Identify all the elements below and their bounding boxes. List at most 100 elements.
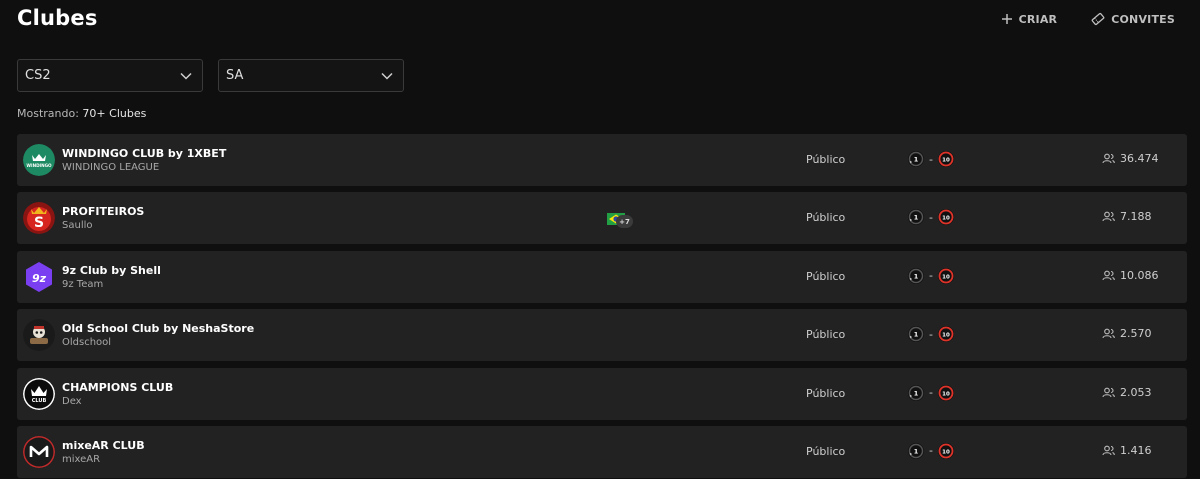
mixear-logo-icon [23,435,55,468]
level-min-badge: 1 [908,442,924,459]
avatar-text: S [34,215,44,231]
extra-countries-badge: +7 [616,215,633,229]
level-dash: - [929,152,933,166]
level-min-badge: 1 [908,267,924,284]
chevron-down-icon [180,72,192,80]
level-min-badge: 1 [908,151,924,167]
level-max-badge: 10 [937,326,954,343]
country-flags: +7 [607,210,633,229]
windingo-logo-icon: WINDINGO [23,144,55,176]
users-icon [1102,270,1115,280]
create-label: CRIAR [1018,12,1058,26]
users-icon [1102,445,1115,456]
level-max-badge: 10 [937,442,954,459]
level-dash: - [929,269,933,283]
game-select-value: CS2 [25,68,51,83]
member-count-value: 2.570 [1120,327,1152,341]
oldschool-logo-icon [23,319,55,352]
invites-label: CONVITES [1111,12,1175,26]
member-count-value: 10.086 [1120,268,1159,282]
invites-button[interactable]: CONVITES [1091,12,1175,26]
level-dash: - [929,386,933,400]
club-privacy: Público [806,328,846,342]
club-privacy: Público [806,153,846,166]
svg-text:10: 10 [942,449,950,455]
level-dash: - [929,444,933,458]
level-max-badge: 10 [937,267,954,284]
club-privacy: Público [806,269,846,283]
svg-text:10: 10 [942,274,950,280]
club-owner: Dex [62,395,82,407]
club-row[interactable]: 9z 9z Club by Shell 9z Team Público 1 - … [17,250,1187,303]
header-actions: CRIAR CONVITES [1001,12,1175,26]
club-name: Old School Club by NeshaStore [62,322,255,336]
svg-text:10: 10 [942,157,950,163]
plus-icon [1001,14,1012,24]
region-select-value: SA [226,68,244,83]
member-count: 1.416 [1102,444,1152,457]
level-max-badge: 10 [937,384,954,401]
member-count: 10.086 [1102,269,1159,282]
champions-crown-logo-icon: CLUB [23,377,55,410]
club-owner: Saullo [62,220,93,232]
game-select[interactable]: CS2 [17,59,203,92]
avatar-text: 9z [32,272,47,285]
level-range: 1 - 10 [907,208,955,226]
svg-text:1: 1 [914,331,919,339]
member-count: 2.053 [1102,386,1152,399]
avatar-text: CLUB [32,398,47,404]
member-count-value: 1.416 [1120,443,1152,457]
level-min-badge: 1 [908,209,924,226]
club-name: WINDINGO CLUB by 1XBET [62,147,227,160]
users-icon [1102,212,1115,222]
avatar-text: WINDINGO [26,163,52,168]
member-count: 2.570 [1102,327,1152,340]
club-owner: 9z Team [62,278,104,290]
svg-text:10: 10 [942,216,950,222]
region-select[interactable]: SA [218,59,404,92]
club-privacy: Público [806,386,846,400]
club-owner: mixeAR [62,453,101,465]
member-count: 7.188 [1102,210,1152,223]
level-range: 1 - 10 [907,325,955,343]
club-privacy: Público [806,211,846,225]
club-row[interactable]: WINDINGO WINDINGO CLUB by 1XBET WINDINGO… [17,134,1187,186]
level-range: 1 - 10 [907,267,955,285]
member-count-value: 2.053 [1120,385,1152,399]
club-name: PROFITEIROS [62,205,145,219]
users-icon [1102,387,1115,397]
level-min-badge: 1 [908,384,924,401]
ticket-icon [1091,12,1105,26]
page-title: Clubes [17,6,98,30]
level-dash: - [929,210,933,224]
svg-text:1: 1 [914,272,919,280]
svg-text:10: 10 [942,391,950,397]
9z-logo-icon: 9z [23,261,55,293]
level-min-badge: 1 [908,326,924,343]
level-range: 1 - 10 [907,384,955,402]
svg-text:1: 1 [914,214,919,222]
club-name: mixeAR CLUB [62,438,145,452]
users-icon [1102,153,1115,164]
club-row[interactable]: S PROFITEIROS Saullo +7 Público 1 - 10 7… [17,192,1187,245]
club-row[interactable]: Old School Club by NeshaStore Oldschool … [17,309,1187,362]
club-list: WINDINGO WINDINGO CLUB by 1XBET WINDINGO… [17,134,1187,479]
club-owner: Oldschool [62,337,112,349]
create-club-button[interactable]: CRIAR [1001,13,1058,26]
club-privacy: Público [806,444,846,458]
level-dash: - [929,327,933,341]
member-count: 36.474 [1102,152,1159,165]
svg-text:1: 1 [914,156,919,164]
svg-text:10: 10 [942,332,950,338]
level-max-badge: 10 [937,151,954,167]
level-max-badge: 10 [937,209,954,226]
results-summary: Mostrando: 70+ Clubes [17,107,146,120]
club-name: 9z Club by Shell [62,263,161,277]
filters-bar: CS2 SA [17,59,404,92]
level-range: 1 - 10 [907,150,955,168]
club-row[interactable]: mixeAR CLUB mixeAR Público 1 - 10 1.416 [17,425,1187,478]
svg-text:1: 1 [914,447,919,455]
chevron-down-icon [381,72,393,80]
club-row[interactable]: CLUB CHAMPIONS CLUB Dex Público 1 - 10 2… [17,367,1187,420]
svg-text:1: 1 [914,389,919,397]
